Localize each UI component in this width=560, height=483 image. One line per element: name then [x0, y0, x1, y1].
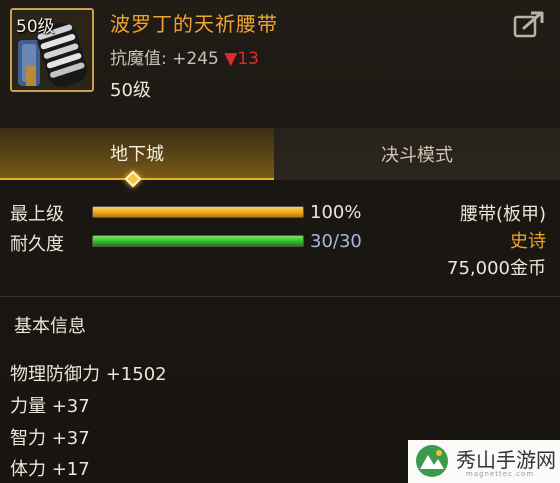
item-rarity: 史诗 [510, 231, 546, 252]
watermark: 秀山手游网 magnettec.com [408, 440, 560, 483]
magic-resist-delta: 13 [237, 49, 259, 69]
watermark-logo-icon [416, 445, 448, 477]
basic-info-title: 基本信息 [14, 316, 86, 337]
item-name: 波罗丁的天祈腰带 [110, 12, 278, 36]
max-level-label: 最上级 [10, 204, 64, 225]
attribute-line: 物理防御力 +1502 [10, 364, 167, 385]
durability-bar [92, 235, 304, 247]
magic-resist-label: 抗魔值: [110, 49, 167, 69]
section-divider [0, 296, 560, 297]
mode-tabs: 地下城 决斗模式 [0, 128, 560, 188]
item-level-text: 50级 [110, 80, 151, 101]
share-export-icon [513, 11, 544, 38]
item-header: 50级 波罗丁的天祈腰带 抗魔值: +245 ▼13 50级 [0, 0, 560, 110]
magic-resist-row: 抗魔值: +245 ▼13 [110, 44, 259, 69]
item-icon-frame[interactable]: 50级 [10, 8, 94, 92]
item-price: 75,000金币 [447, 258, 546, 279]
tab-dungeon[interactable]: 地下城 [0, 128, 274, 180]
max-level-bar [92, 206, 304, 218]
item-type: 腰带(板甲) [459, 204, 546, 225]
item-tooltip-panel: 50级 波罗丁的天祈腰带 抗魔值: +245 ▼13 50级 地下城 决斗模式 … [0, 0, 560, 483]
max-level-bar-fill [93, 207, 303, 217]
max-level-value: 100% [310, 202, 362, 223]
down-arrow-icon: ▼ [224, 49, 238, 69]
item-level-badge: 50级 [16, 17, 55, 37]
durability-bar-fill [93, 236, 303, 246]
watermark-sub: magnettec.com [466, 470, 535, 478]
share-button[interactable] [512, 10, 546, 40]
tab-pvp[interactable]: 决斗模式 [274, 128, 560, 180]
magic-resist-value: +245 [172, 49, 219, 69]
durability-label: 耐久度 [10, 234, 64, 255]
attribute-line: 体力 +17 [10, 459, 90, 480]
attribute-line: 智力 +37 [10, 428, 90, 449]
durability-value: 30/30 [310, 231, 362, 252]
watermark-text: 秀山手游网 [456, 448, 556, 472]
attribute-line: 力量 +37 [10, 396, 90, 417]
